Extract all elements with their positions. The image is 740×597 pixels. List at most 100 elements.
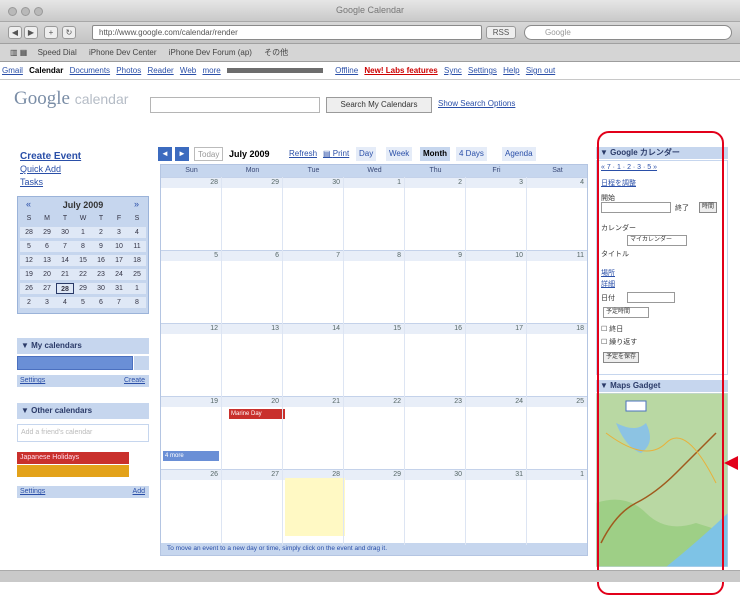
mini-cal-day[interactable]: 7 [110,297,128,308]
mini-cal-day[interactable]: 3 [38,297,56,308]
mini-cal-day[interactable]: 2 [20,297,38,308]
mini-cal-day[interactable]: 4 [128,227,146,238]
day-number[interactable]: 22 [344,397,404,407]
day-number[interactable]: 9 [405,251,465,261]
day-number[interactable]: 5 [161,251,221,261]
bookmark-item[interactable]: iPhone Dev Center [89,48,157,57]
tab-day[interactable]: Day [356,147,377,161]
other-calendar-item[interactable] [17,465,129,477]
calendar-search-input[interactable] [150,97,320,113]
horizontal-scrollbar[interactable] [0,570,740,582]
mini-cal-day[interactable]: 29 [74,283,92,294]
day-number[interactable]: 28 [161,178,221,188]
mini-cal-day[interactable]: 28 [56,283,74,294]
add-bookmark-button[interactable]: + [44,26,58,39]
bookmark-item[interactable]: Speed Dial [38,48,77,57]
google-calendar-logo[interactable]: Google calendar [14,88,128,110]
mini-cal-day[interactable]: 7 [56,241,74,252]
mini-cal-day[interactable]: 28 [20,227,38,238]
day-number[interactable]: 29 [222,178,282,188]
prev-period-button[interactable]: ◄ [158,147,172,161]
day-number[interactable]: 24 [466,397,526,407]
quick-add-link[interactable]: Quick Add [20,164,61,174]
browser-search-field[interactable]: Google [524,25,732,40]
day-number[interactable]: 30 [405,470,465,480]
mini-cal-day[interactable]: 1 [128,283,146,294]
mini-cal-day[interactable]: 27 [38,283,56,294]
tab-4-days[interactable]: 4 Days [456,147,487,161]
gbar-documents[interactable]: Documents [70,66,110,75]
mini-cal-day[interactable]: 17 [110,255,128,266]
bookmarks-icon[interactable]: ▥ ▦ [0,48,27,57]
my-calendar-item[interactable] [17,356,133,370]
bookmark-item[interactable]: iPhone Dev Forum (ap) [169,48,252,57]
day-number[interactable]: 7 [283,251,343,261]
mini-cal-day[interactable]: 8 [128,297,146,308]
day-number[interactable]: 31 [466,470,526,480]
mini-cal-day[interactable]: 21 [56,269,74,280]
rss-icon[interactable]: RSS [486,26,516,39]
gbar-gmail[interactable]: Gmail [2,66,23,75]
my-calendars-settings-link[interactable]: Settings [20,377,45,384]
forward-button[interactable]: ▶ [24,26,38,39]
other-calendars-settings-link[interactable]: Settings [20,488,45,495]
day-number[interactable]: 15 [344,324,404,334]
mini-cal-day[interactable]: 20 [38,269,56,280]
day-number[interactable]: 13 [222,324,282,334]
day-number[interactable]: 18 [527,324,587,334]
day-number[interactable]: 3 [466,178,526,188]
day-number[interactable]: 14 [283,324,343,334]
gbar-sync[interactable]: Sync [444,66,462,75]
mini-cal-day[interactable]: 18 [128,255,146,266]
day-number[interactable]: 11 [527,251,587,261]
day-number[interactable]: 30 [283,178,343,188]
day-number[interactable]: 26 [161,470,221,480]
url-field[interactable]: http://www.google.com/calendar/render [92,25,482,40]
gbar-web[interactable]: Web [180,66,196,75]
day-number[interactable]: 12 [161,324,221,334]
create-event-link[interactable]: Create Event [20,151,81,162]
mini-cal-day[interactable]: 10 [110,241,128,252]
print-link[interactable]: ▤ Print [320,147,352,161]
mini-cal-day[interactable]: 30 [56,227,74,238]
search-calendars-button[interactable]: Search My Calendars [326,97,432,113]
day-number[interactable]: 10 [466,251,526,261]
day-number[interactable]: 29 [344,470,404,480]
mini-cal-next-button[interactable]: » [134,199,139,209]
calendar-event[interactable]: Marine Day [229,409,285,419]
mini-cal-day[interactable]: 26 [20,283,38,294]
day-number[interactable]: 2 [405,178,465,188]
gbar-reader[interactable]: Reader [147,66,173,75]
mini-cal-day[interactable]: 1 [74,227,92,238]
day-number[interactable]: 4 [527,178,587,188]
mini-cal-day[interactable]: 2 [92,227,110,238]
next-period-button[interactable]: ► [175,147,189,161]
my-calendars-header[interactable]: ▼ My calendars [17,338,149,354]
add-calendar-link[interactable]: Add [133,486,145,498]
day-number[interactable]: 21 [283,397,343,407]
mini-cal-day[interactable]: 30 [92,283,110,294]
mini-cal-day[interactable]: 6 [92,297,110,308]
day-number[interactable]: 27 [222,470,282,480]
mini-cal-day[interactable]: 19 [20,269,38,280]
mini-cal-day[interactable]: 9 [92,241,110,252]
back-button[interactable]: ◀ [8,26,22,39]
search-options-link[interactable]: Show Search Options [438,99,515,108]
mini-cal-day[interactable]: 11 [128,241,146,252]
bookmark-item[interactable]: その他 [264,48,288,57]
gbar-more[interactable]: more [202,66,220,75]
mini-cal-day[interactable]: 14 [56,255,74,266]
day-number[interactable]: 25 [527,397,587,407]
more-events-link[interactable]: 4 more [163,451,219,461]
mini-cal-day[interactable]: 8 [74,241,92,252]
day-number[interactable]: 19 [161,397,221,407]
day-number[interactable]: 17 [466,324,526,334]
day-number[interactable]: 6 [222,251,282,261]
day-number[interactable]: 20 [222,397,282,407]
mini-cal-day[interactable]: 16 [92,255,110,266]
gbar-help[interactable]: Help [503,66,519,75]
tab-agenda[interactable]: Agenda [502,147,536,161]
mini-cal-day[interactable]: 31 [110,283,128,294]
gbar-offline[interactable]: Offline [335,66,358,75]
other-calendars-header[interactable]: ▼ Other calendars [17,403,149,419]
